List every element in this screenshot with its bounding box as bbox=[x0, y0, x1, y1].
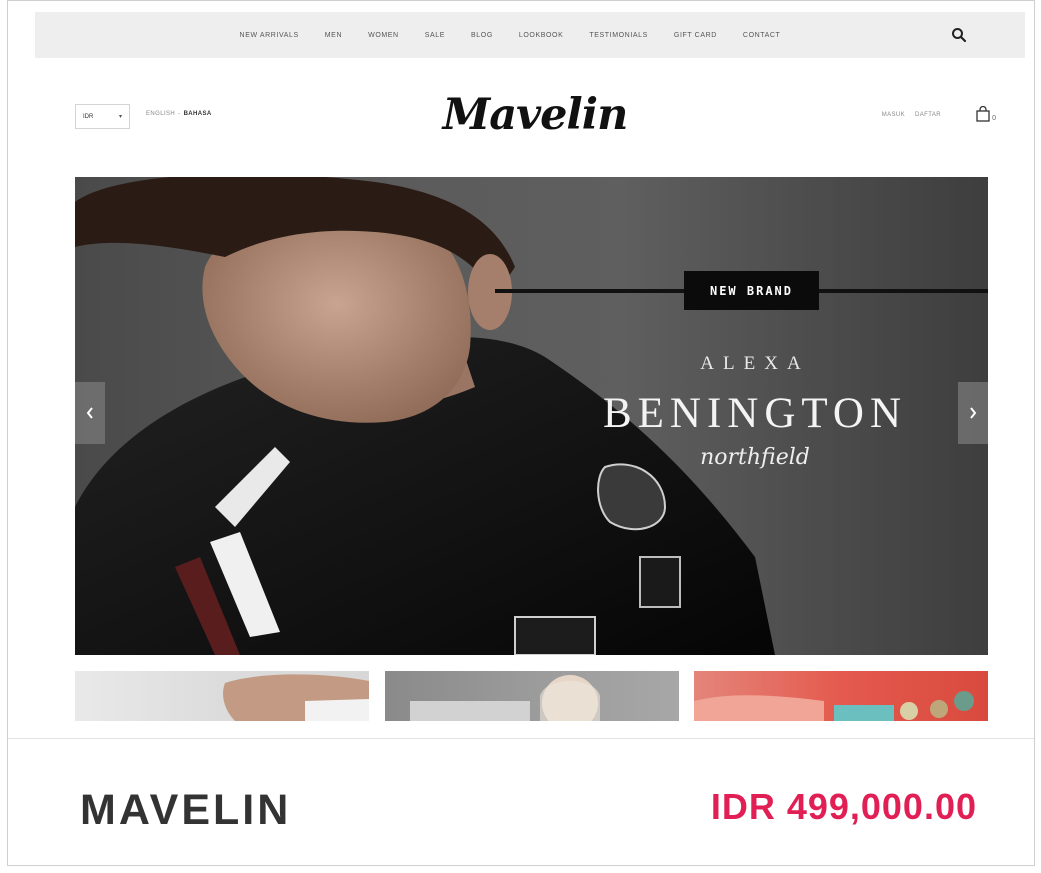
hero-tagline: northfield bbox=[700, 445, 810, 470]
hero-slider[interactable]: NEW BRAND ALEXA BENINGTON northfield bbox=[75, 177, 988, 655]
top-navigation: NEW ARRIVALS MEN WOMEN SALE BLOG LOOKBOO… bbox=[35, 12, 1025, 58]
nav-item-gift-card[interactable]: GIFT CARD bbox=[674, 32, 717, 39]
category-thumbnail-3[interactable] bbox=[694, 671, 988, 721]
shopping-bag-icon bbox=[976, 106, 990, 122]
cart-button[interactable]: 0 bbox=[976, 106, 996, 122]
nav-item-contact[interactable]: CONTACT bbox=[743, 32, 781, 39]
currency-value: IDR bbox=[83, 113, 94, 120]
new-brand-badge: NEW BRAND bbox=[684, 271, 819, 310]
hero-subtitle: ALEXA bbox=[700, 353, 810, 374]
language-switcher: ENGLISH - BAHASA bbox=[146, 111, 212, 117]
account-links: MASUK DAFTAR bbox=[882, 112, 941, 118]
chevron-right-icon bbox=[970, 407, 977, 419]
price-label: IDR 499,000.00 bbox=[710, 786, 977, 827]
site-name: MAVELIN bbox=[80, 786, 292, 834]
thumbnail-image bbox=[223, 674, 369, 721]
thumbnail-image bbox=[694, 691, 974, 721]
nav-item-new-arrivals[interactable]: NEW ARRIVALS bbox=[240, 32, 299, 39]
site-logo[interactable]: Mavelin bbox=[440, 80, 630, 150]
nav-item-men[interactable]: MEN bbox=[325, 32, 342, 39]
login-link[interactable]: MASUK bbox=[882, 112, 905, 118]
hero-title: BENINGTON bbox=[602, 390, 908, 437]
thumbnail-image bbox=[410, 675, 600, 721]
nav-item-lookbook[interactable]: LOOKBOOK bbox=[519, 32, 563, 39]
search-icon[interactable] bbox=[951, 27, 967, 43]
currency-select[interactable]: IDR ▾ bbox=[75, 104, 130, 129]
category-thumbnail-2[interactable] bbox=[385, 671, 679, 721]
nav-item-testimonials[interactable]: TESTIMONIALS bbox=[589, 32, 648, 39]
category-thumbnail-1[interactable] bbox=[75, 671, 369, 721]
language-option-bahasa[interactable]: BAHASA bbox=[184, 111, 212, 117]
register-link[interactable]: DAFTAR bbox=[915, 112, 941, 118]
nav-item-sale[interactable]: SALE bbox=[425, 32, 445, 39]
language-option-english[interactable]: ENGLISH bbox=[146, 111, 175, 117]
chevron-down-icon: ▾ bbox=[118, 114, 122, 120]
nav-menu: NEW ARRIVALS MEN WOMEN SALE BLOG LOOKBOO… bbox=[35, 12, 1025, 58]
slider-next-button[interactable] bbox=[958, 382, 988, 444]
nav-item-women[interactable]: WOMEN bbox=[368, 32, 399, 39]
cart-count: 0 bbox=[992, 115, 996, 122]
chevron-left-icon bbox=[86, 407, 93, 419]
nav-item-blog[interactable]: BLOG bbox=[471, 32, 493, 39]
language-separator: - bbox=[178, 111, 181, 117]
slider-prev-button[interactable] bbox=[75, 382, 105, 444]
